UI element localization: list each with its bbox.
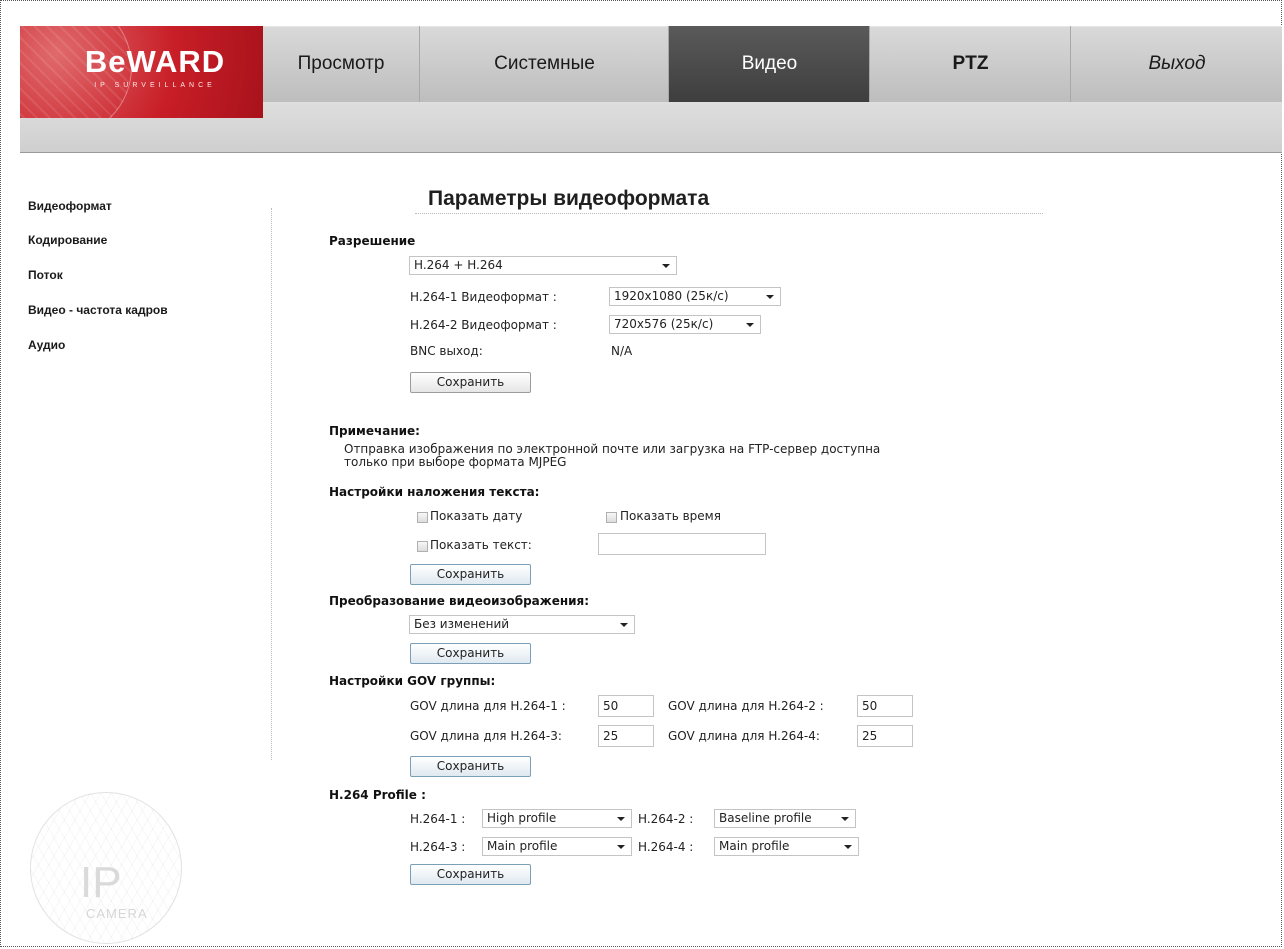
profile-h264-2-value: Baseline profile [719,811,812,825]
save-profile-button[interactable]: Сохранить [410,864,531,885]
gov-h264-4-label: GOV длина для H.264-4: [668,729,820,743]
gov-h264-2-input[interactable]: 50 [857,695,913,717]
profile-h264-4-value: Main profile [719,839,790,853]
gov-h264-3-label: GOV длина для H.264-3: [410,729,562,743]
show-time-label: Показать время [620,509,721,523]
codec-select[interactable]: H.264 + H.264 [409,256,677,275]
gov-h264-1-input[interactable]: 50 [598,695,654,717]
title-rule [415,213,1043,214]
chevron-down-icon [746,323,754,327]
transform-select-value: Без изменений [414,617,510,631]
watermark-ip: IP [80,858,122,907]
watermark-camera: CAMERA [86,906,148,921]
profile-h264-3-select[interactable]: Main profile [482,837,632,856]
chevron-down-icon [766,295,774,299]
section-note: Примечание: [329,424,420,438]
save-gov-button[interactable]: Сохранить [410,756,531,777]
nav-view[interactable]: Просмотр [263,26,419,102]
nav-system[interactable]: Системные [419,26,669,102]
save-overlay-button[interactable]: Сохранить [410,564,531,585]
profile-h264-1-value: High profile [487,811,557,825]
bnc-output-value: N/A [611,344,633,358]
h264-1-format-label: H.264-1 Видеоформат : [410,290,557,304]
h264-1-format-select[interactable]: 1920x1080 (25к/с) [609,287,781,306]
codec-select-value: H.264 + H.264 [414,258,503,272]
show-date-label: Показать дату [430,509,523,523]
show-text-label: Показать текст: [430,538,532,552]
nav-video[interactable]: Видео [668,26,870,102]
show-time-checkbox[interactable] [606,512,617,523]
nav-logout[interactable]: Выход [1070,26,1283,102]
sidebar-item-audio[interactable]: Аудио [28,338,65,352]
h264-2-format-select[interactable]: 720x576 (25к/с) [609,315,761,334]
profile-h264-2-select[interactable]: Baseline profile [714,809,856,828]
gov-h264-1-label: GOV длина для H.264-1 : [410,699,566,713]
h264-2-format-value: 720x576 (25к/с) [614,317,714,331]
profile-h264-2-label: H.264-2 : [638,812,694,826]
section-h264-profile: H.264 Profile : [329,788,426,802]
beward-logo[interactable]: BeWARD IP SURVEILLANCE [20,26,263,118]
show-text-checkbox[interactable] [417,541,428,552]
sidebar-item-videoformat[interactable]: Видеоформат [28,199,112,213]
gov-h264-4-input[interactable]: 25 [857,725,913,747]
logo-text: BeWARD [84,44,226,79]
save-transform-button[interactable]: Сохранить [410,643,531,664]
note-line-2: только при выборе формата MJPEG [344,455,567,469]
save-resolution-button[interactable]: Сохранить [410,372,531,393]
chevron-down-icon [620,623,628,627]
section-video-transform: Преобразование видеоизображения: [329,594,590,608]
gov-h264-3-input[interactable]: 25 [598,725,654,747]
transform-select[interactable]: Без изменений [409,615,635,634]
profile-h264-1-select[interactable]: High profile [482,809,632,828]
sidebar-item-encoding[interactable]: Кодирование [28,233,107,247]
profile-h264-1-label: H.264-1 : [410,812,466,826]
chevron-down-icon [844,845,852,849]
h264-1-format-value: 1920x1080 (25к/с) [614,289,729,303]
chevron-down-icon [662,264,670,268]
page-title: Параметры видеоформата [428,187,710,210]
profile-h264-4-label: H.264-4 : [638,840,694,854]
section-gov: Настройки GOV группы: [329,674,496,688]
nav-ptz[interactable]: PTZ [869,26,1071,102]
bnc-output-label: BNC выход: [410,344,483,358]
chevron-down-icon [617,817,625,821]
gov-h264-2-label: GOV длина для H.264-2 : [668,699,824,713]
sidebar-divider [271,208,272,760]
chevron-down-icon [841,817,849,821]
profile-h264-3-value: Main profile [487,839,558,853]
chevron-down-icon [617,845,625,849]
profile-h264-4-select[interactable]: Main profile [714,837,859,856]
logo-tagline: IP SURVEILLANCE [94,82,216,89]
section-resolution: Разрешение [329,234,416,248]
sidebar-item-framerate[interactable]: Видео - частота кадров [28,303,168,317]
overlay-text-input[interactable] [598,533,766,555]
show-date-checkbox[interactable] [417,512,428,523]
profile-h264-3-label: H.264-3 : [410,840,466,854]
sidebar-item-stream[interactable]: Поток [28,268,63,282]
section-text-overlay: Настройки наложения текста: [329,485,540,499]
h264-2-format-label: H.264-2 Видеоформат : [410,318,557,332]
